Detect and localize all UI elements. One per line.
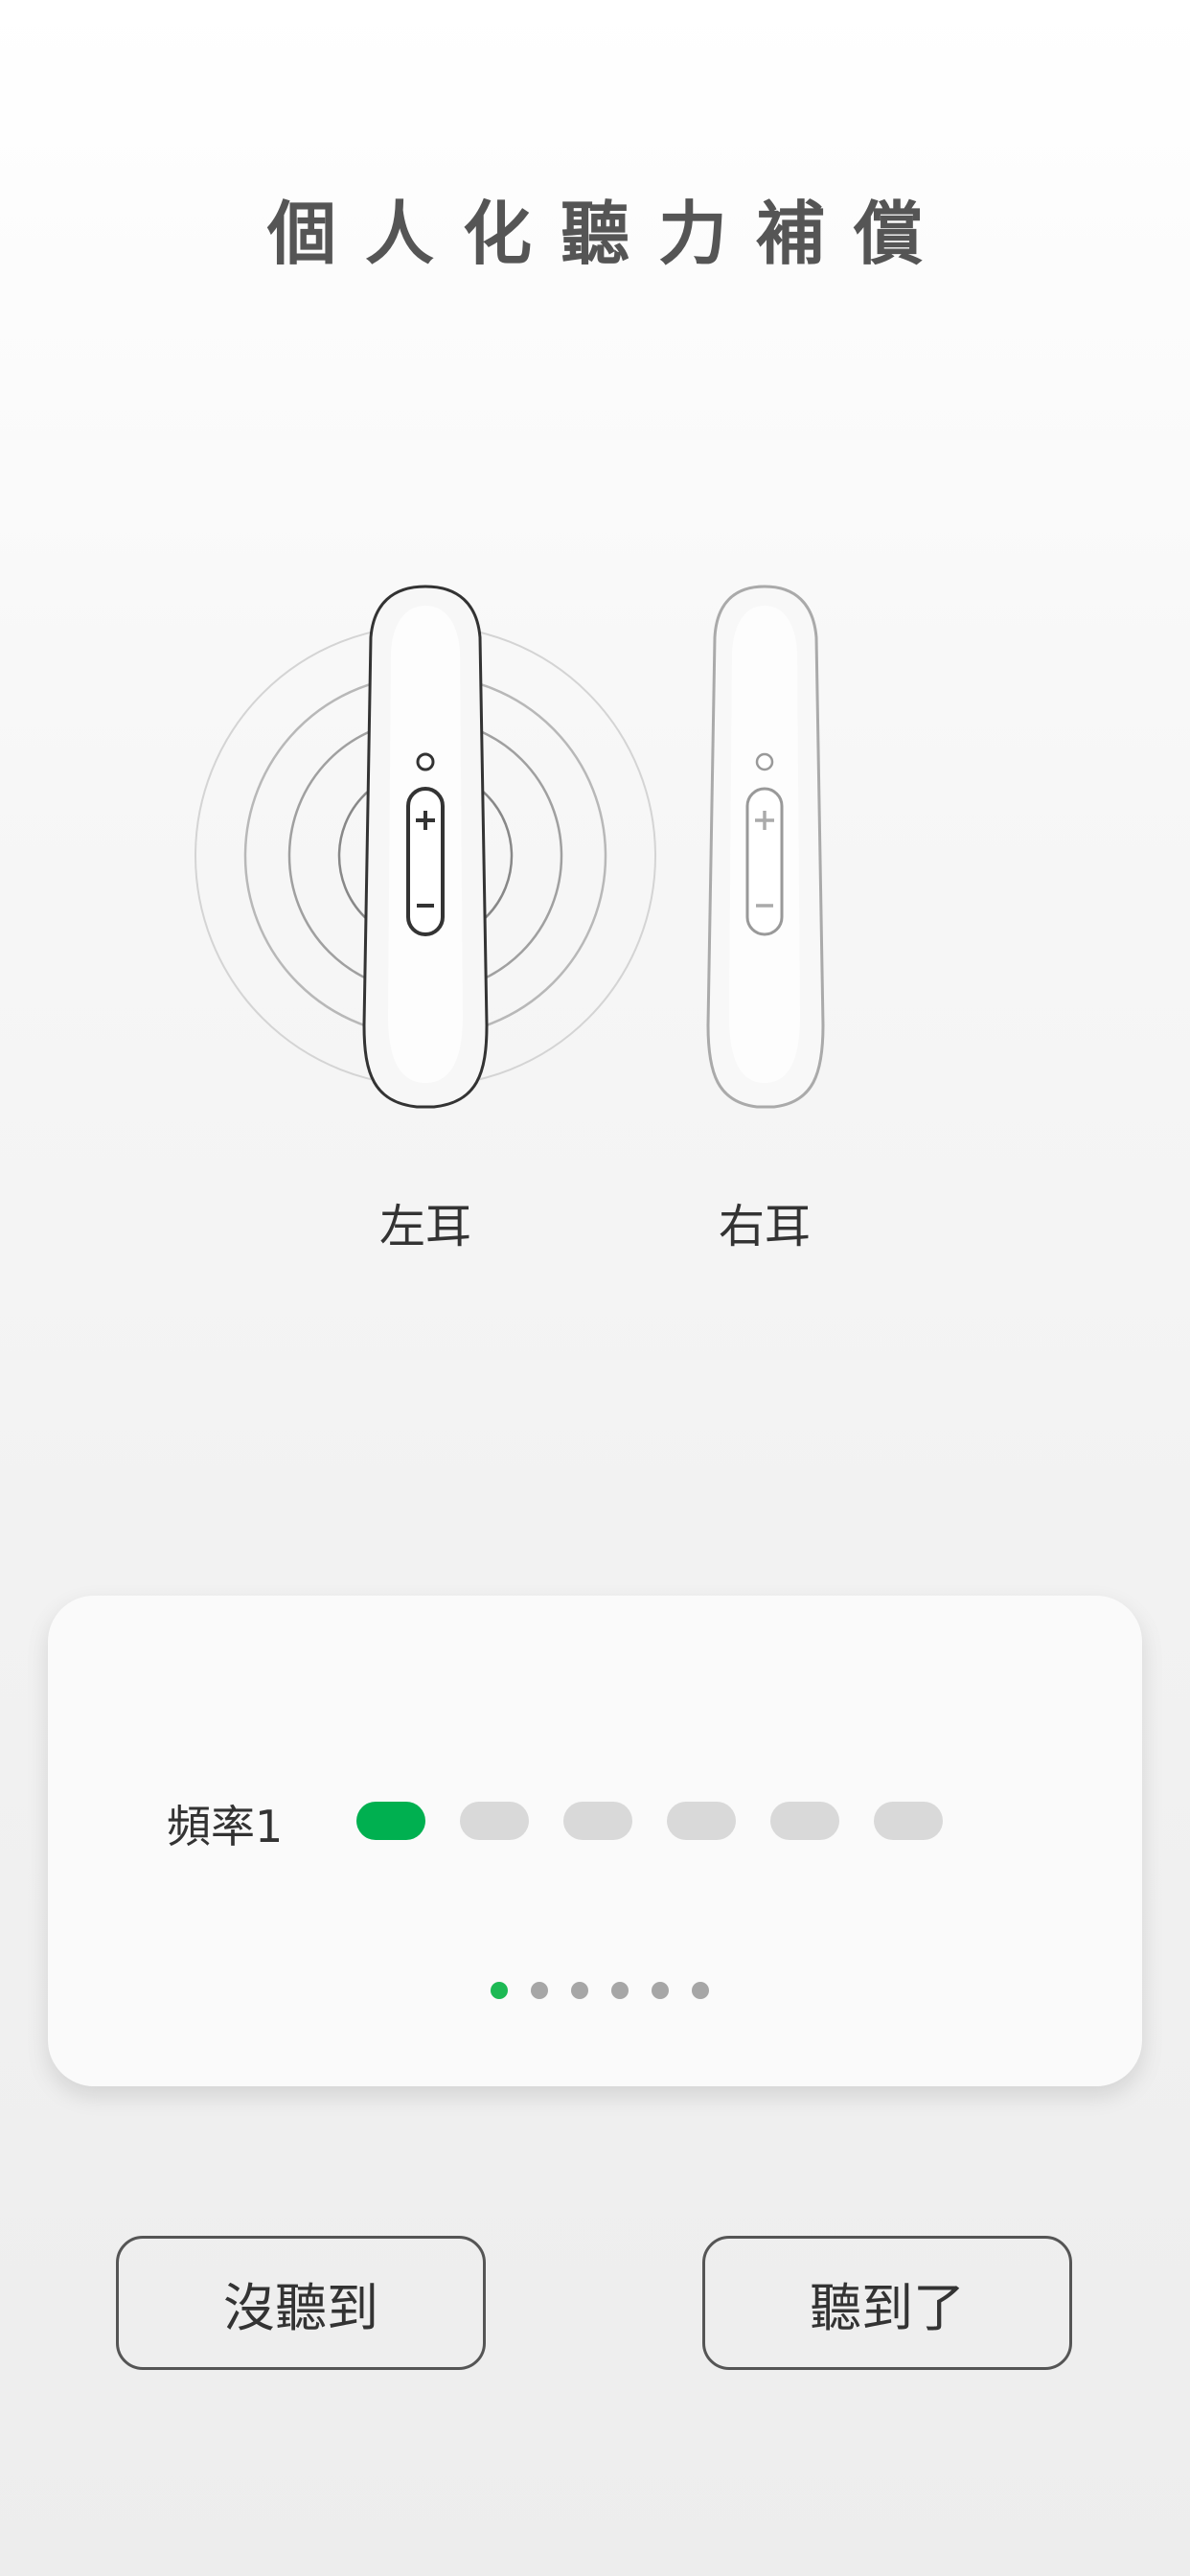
page-dot-1	[491, 1982, 508, 1999]
level-indicator	[356, 1802, 943, 1840]
right-ear-label[interactable]: 右耳	[669, 1188, 860, 1255]
left-earpiece-icon	[362, 585, 489, 1109]
right-earpiece-icon	[706, 585, 825, 1109]
page-dot-3	[571, 1982, 588, 1999]
page-title: 個人化聽力補償	[266, 194, 951, 274]
frequency-label: 頻率1	[167, 1801, 284, 1852]
page-indicator	[48, 1982, 1142, 1999]
left-ear-label[interactable]: 左耳	[330, 1188, 521, 1255]
page-dot-5	[652, 1982, 669, 1999]
page-dot-4	[611, 1982, 629, 1999]
hearing-test-card: 頻率1	[48, 1596, 1142, 2086]
level-step-1	[356, 1802, 425, 1840]
not-heard-button[interactable]: 沒聽到	[116, 2236, 486, 2370]
heard-button[interactable]: 聽到了	[702, 2236, 1072, 2370]
level-step-3	[563, 1802, 632, 1840]
level-step-6	[874, 1802, 943, 1840]
level-step-5	[770, 1802, 839, 1840]
level-step-2	[460, 1802, 529, 1840]
ear-illustration: 左耳 右耳	[0, 565, 1190, 1275]
level-step-4	[667, 1802, 736, 1840]
left-earpiece-with-sound-waves	[195, 585, 656, 1109]
page-dot-2	[531, 1982, 548, 1999]
page-dot-6	[692, 1982, 709, 1999]
